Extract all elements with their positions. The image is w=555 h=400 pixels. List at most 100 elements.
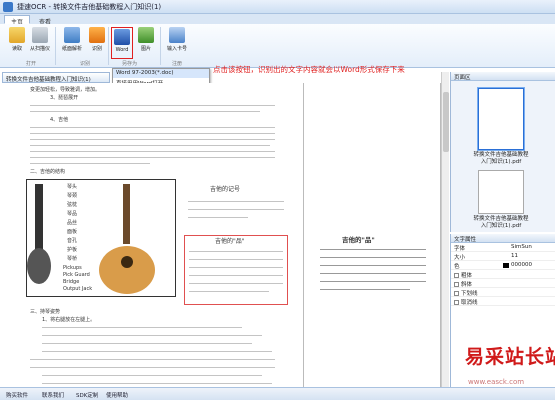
section-title: 吉他的记号 — [210, 186, 241, 193]
text-line — [189, 267, 283, 268]
save-as-image-button[interactable]: 图片 — [135, 26, 157, 60]
prop-row-italic[interactable]: 斜体 — [451, 279, 555, 288]
tab-home[interactable]: 主页 — [4, 15, 31, 26]
from-scanner-button-label: 从扫描仪 — [29, 46, 50, 52]
page-thumbnail[interactable] — [477, 87, 525, 151]
scanner-icon — [32, 27, 48, 43]
vertical-scrollbar[interactable] — [441, 72, 449, 387]
props-panel-title: 文字属性 — [451, 234, 555, 243]
page-analyze-button-label: 纸面解析 — [61, 46, 82, 52]
text-line — [30, 133, 275, 134]
tab-view[interactable]: 查看 — [32, 15, 58, 26]
save-as-word-button[interactable]: Word — [111, 27, 133, 59]
left-text-line: 4、吉他 — [50, 117, 69, 123]
sdk-custom-link[interactable]: SDK定制 — [76, 391, 98, 399]
scrollbar-thumb[interactable] — [443, 92, 449, 152]
text-line — [42, 327, 242, 328]
prop-key: 斜体 — [461, 282, 473, 288]
left-text-line: 二、吉他的结构 — [30, 169, 66, 175]
guitar-label: Pickups — [63, 265, 82, 271]
guitar-label: 面板 — [67, 229, 78, 235]
watermark-text: 易采站长站 — [465, 346, 555, 368]
prop-row-size[interactable]: 大小 11 — [451, 252, 555, 261]
text-line — [42, 335, 262, 336]
text-line — [188, 217, 248, 218]
text-line — [30, 127, 275, 128]
prop-row-font[interactable]: 字体 SimSun — [451, 243, 555, 252]
status-bar: 购买软件 联系我们 SDK定制 使用帮助 — [0, 387, 555, 400]
ocr-button[interactable]: 识别 — [86, 26, 108, 60]
selected-text-block[interactable]: 吉他的"品" — [184, 235, 288, 305]
prop-row-color[interactable]: 色 000000 — [451, 261, 555, 270]
underline-checkbox[interactable] — [454, 291, 459, 296]
from-scanner-button[interactable]: 从扫描仪 — [28, 26, 52, 60]
guitar-label: 弦枕 — [67, 202, 78, 208]
guitar-label: 琴头 — [67, 184, 78, 190]
document-tab[interactable]: 转换文件吉他基础教程入门知识(1) — [2, 72, 110, 83]
text-line — [189, 283, 283, 284]
text-line — [42, 351, 272, 352]
prop-key: 下划线 — [461, 291, 478, 297]
enter-key-button-label: 输入卡号 — [166, 46, 187, 52]
guitar-label: 琴颈 — [67, 193, 78, 199]
enter-key-button[interactable]: 输入卡号 — [163, 26, 191, 60]
page-thumbnail[interactable] — [478, 170, 524, 214]
guitar-label: 琴桥 — [67, 256, 78, 262]
text-line — [320, 289, 410, 290]
text-line — [320, 273, 426, 274]
key-card-icon — [169, 27, 185, 43]
prop-row-strikethrough[interactable]: 取消线 — [451, 297, 555, 306]
guitar-label: Pick Guard — [63, 272, 90, 278]
contact-us-link[interactable]: 联系我们 — [42, 391, 64, 399]
read-button-label: 读取 — [11, 46, 22, 52]
help-link[interactable]: 使用帮助 — [106, 391, 128, 399]
prop-value: 000000 — [511, 262, 532, 268]
text-line — [30, 157, 275, 158]
ribbon-tabs: 主页 查看 — [0, 14, 555, 26]
text-line — [30, 105, 275, 106]
text-line — [30, 139, 275, 140]
app-logo-icon — [3, 2, 13, 12]
guitar-label: 护板 — [67, 247, 78, 253]
text-line — [30, 359, 275, 360]
buy-software-link[interactable]: 购买软件 — [6, 391, 28, 399]
guitar-label: Bridge — [63, 279, 80, 285]
group-register-label: 注册 — [172, 61, 183, 67]
text-line — [320, 281, 426, 282]
page-panel-title: 页面区 — [451, 72, 555, 81]
prop-key: 取消线 — [461, 300, 478, 306]
page-panel: 页面区 转换文件吉他基础教程入门知识(1).pdf 转换文件吉他基础教程入门知识… — [450, 72, 555, 232]
ocr-icon — [89, 27, 105, 43]
ocr-button-label: 识别 — [91, 46, 102, 52]
bold-checkbox[interactable] — [454, 273, 459, 278]
dropdown-item-doc[interactable]: Word 97-2003(*.doc) — [113, 69, 209, 78]
prop-row-bold[interactable]: 粗体 — [451, 270, 555, 279]
read-button[interactable]: 读取 — [6, 26, 28, 60]
text-line — [189, 275, 283, 276]
italic-checkbox[interactable] — [454, 282, 459, 287]
title-bar: 捷速OCR - 转换文件吉他基础教程入门知识(1) — [0, 0, 555, 14]
prop-row-underline[interactable]: 下划线 — [451, 288, 555, 297]
recognized-page-view[interactable]: 吉他的"品" — [306, 83, 441, 387]
ribbon-divider — [108, 27, 109, 65]
group-saveas-label: 另存为 — [122, 61, 138, 67]
text-line — [189, 291, 269, 292]
annotation-text: 点击该按钮，识别出的文字内容就会以Word形式保存下来 — [213, 65, 405, 74]
left-text-line: 3、琵琶展开 — [50, 95, 79, 101]
prop-value: SimSun — [511, 244, 532, 250]
prop-key: 色 — [454, 264, 460, 270]
guitar-illustration — [27, 184, 155, 294]
strikethrough-checkbox[interactable] — [454, 300, 459, 305]
save-as-image-button-label: 图片 — [140, 46, 151, 52]
ribbon: 读取 从扫描仪 打开 纸面解析 识别 识别 Word 图片 另存为 输入卡号 注… — [0, 24, 555, 68]
page-analyze-button[interactable]: 纸面解析 — [59, 26, 85, 60]
guitar-label: 音孔 — [67, 238, 78, 244]
text-line — [30, 163, 150, 164]
folder-open-icon — [9, 27, 25, 43]
original-page-view[interactable]: 变更加轻松，导致雅调，增加。 3、琵琶展开 4、吉他 二、吉他的结构 琴头 琴颈… — [2, 83, 304, 387]
text-line — [320, 257, 426, 258]
window-title: 捷速OCR - 转换文件吉他基础教程入门知识(1) — [17, 3, 162, 11]
recognized-title: 吉他的"品" — [342, 236, 375, 244]
page-analyze-icon — [64, 27, 80, 43]
watermark-url: www.easck.com — [468, 378, 525, 386]
